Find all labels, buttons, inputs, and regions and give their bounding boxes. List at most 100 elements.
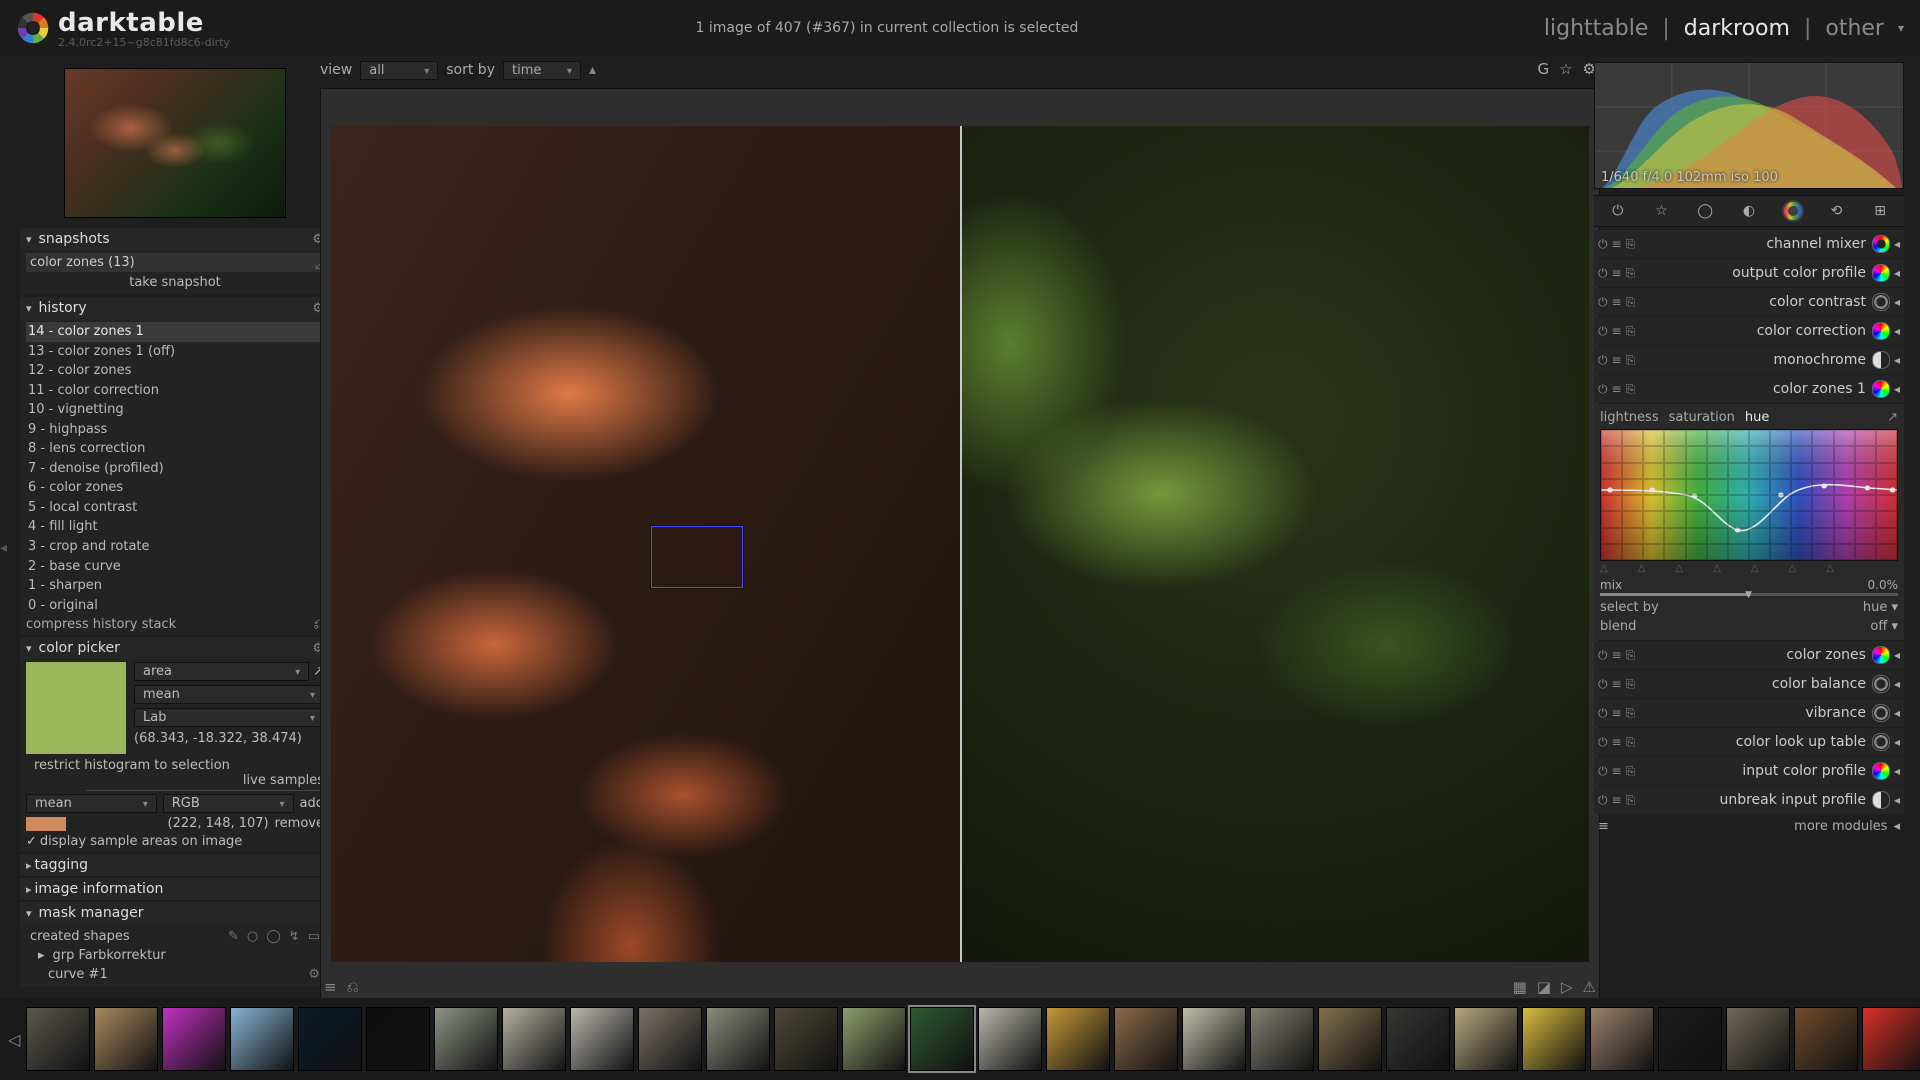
filmstrip-thumb[interactable]: [1182, 1007, 1246, 1071]
remove-sample-button[interactable]: remove: [275, 816, 324, 831]
filmstrip-thumb[interactable]: [570, 1007, 634, 1071]
group-tone-icon[interactable]: ◐: [1738, 200, 1760, 222]
filmstrip-thumb[interactable]: [434, 1007, 498, 1071]
filmstrip-thumb[interactable]: [1794, 1007, 1858, 1071]
history-item[interactable]: 2 - base curve: [26, 557, 324, 577]
gamut-icon[interactable]: ◪: [1537, 978, 1551, 996]
snapshot-split-line[interactable]: [960, 126, 962, 962]
module-color-contrast[interactable]: ⏻≡⎘color contrast◂: [1594, 288, 1904, 316]
filmstrip-thumb[interactable]: [298, 1007, 362, 1071]
filmstrip-thumb[interactable]: [774, 1007, 838, 1071]
view-other-menu-icon[interactable]: ▾: [1898, 21, 1904, 35]
filmstrip-thumb[interactable]: [366, 1007, 430, 1071]
group-correct-icon[interactable]: ⟲: [1825, 200, 1847, 222]
display-samples-check[interactable]: display sample areas on image: [26, 834, 324, 849]
history-item[interactable]: 14 - color zones 1: [26, 322, 324, 342]
module-channel-mixer[interactable]: ⏻≡⎘channel mixer◂: [1594, 230, 1904, 258]
sort-select[interactable]: time: [503, 61, 581, 80]
module-color-balance[interactable]: ⏻≡⎘color balance◂: [1594, 670, 1904, 698]
history-item[interactable]: 5 - local contrast: [26, 498, 324, 518]
module-unbreak-input-profile[interactable]: ⏻≡⎘unbreak input profile◂: [1594, 786, 1904, 814]
ellipse-icon[interactable]: ◯: [266, 929, 281, 944]
ls-space-select[interactable]: RGB: [163, 794, 294, 813]
filmstrip-thumb[interactable]: [706, 1007, 770, 1071]
history-item[interactable]: 1 - sharpen: [26, 576, 324, 596]
tagging-header[interactable]: tagging: [20, 854, 330, 876]
gradient-icon[interactable]: ▭: [308, 929, 320, 944]
history-item[interactable]: 7 - denoise (profiled): [26, 459, 324, 479]
history-item[interactable]: 0 - original: [26, 596, 324, 616]
history-item[interactable]: 11 - color correction: [26, 381, 324, 401]
gear-icon[interactable]: ⚙: [308, 967, 320, 982]
module-vibrance[interactable]: ⏻≡⎘vibrance◂: [1594, 699, 1904, 727]
history-item[interactable]: 4 - fill light: [26, 517, 324, 537]
imageinfo-header[interactable]: image information: [20, 878, 330, 900]
module-color-zones-1[interactable]: ⏻≡⎘color zones 1◂: [1594, 375, 1904, 403]
module-monochrome[interactable]: ⏻≡⎘monochrome◂: [1594, 346, 1904, 374]
filmstrip-thumb[interactable]: [910, 1007, 974, 1071]
sort-direction-icon[interactable]: ▴: [589, 62, 596, 78]
color-picker-region[interactable]: [651, 526, 743, 588]
filmstrip-thumb[interactable]: [1318, 1007, 1382, 1071]
filmstrip-thumb[interactable]: [230, 1007, 294, 1071]
filmstrip-thumb[interactable]: [978, 1007, 1042, 1071]
overexposed-icon[interactable]: ▦: [1513, 978, 1527, 996]
filmstrip-thumb[interactable]: [26, 1007, 90, 1071]
group-effect-icon[interactable]: ⊞: [1869, 200, 1891, 222]
group-icon[interactable]: G: [1537, 60, 1549, 78]
restrict-histogram-label[interactable]: restrict histogram to selection: [34, 758, 324, 773]
star-icon[interactable]: ☆: [1559, 60, 1572, 78]
filmstrip-thumb[interactable]: [1114, 1007, 1178, 1071]
filmstrip-thumb[interactable]: [1046, 1007, 1110, 1071]
snapshot-entry[interactable]: color zones (13): [26, 253, 324, 272]
history-item[interactable]: 8 - lens correction: [26, 439, 324, 459]
mask-curve-row[interactable]: curve #1⚙: [26, 965, 324, 984]
ls-stat-select[interactable]: mean: [26, 794, 157, 813]
snapshots-header[interactable]: snapshots⚙: [20, 228, 330, 250]
module-color-look-up-table[interactable]: ⏻≡⎘color look up table◂: [1594, 728, 1904, 756]
picker-mode-select[interactable]: area: [134, 662, 309, 681]
history-item[interactable]: 10 - vignetting: [26, 400, 324, 420]
group-color-icon[interactable]: [1782, 200, 1804, 222]
view-darkroom[interactable]: darkroom: [1684, 16, 1790, 41]
filmstrip-prev-icon[interactable]: ◁: [6, 1030, 22, 1049]
history-header[interactable]: history⚙: [20, 297, 330, 319]
mask-group-row[interactable]: ▸ grp Farbkorrektur: [26, 946, 324, 965]
module-color-zones[interactable]: ⏻≡⎘color zones◂: [1594, 641, 1904, 669]
tab-saturation[interactable]: saturation: [1669, 410, 1735, 425]
darkroom-canvas[interactable]: [320, 88, 1600, 1000]
group-power-icon[interactable]: ⏻: [1607, 200, 1629, 222]
tab-lightness[interactable]: lightness: [1600, 410, 1659, 425]
history-item[interactable]: 6 - color zones: [26, 478, 324, 498]
picker-space-select[interactable]: Lab: [134, 708, 324, 727]
module-color-correction[interactable]: ⏻≡⎘color correction◂: [1594, 317, 1904, 345]
compress-history-button[interactable]: compress history stack: [26, 617, 176, 632]
navigation-preview[interactable]: [64, 68, 286, 218]
history-item[interactable]: 12 - color zones: [26, 361, 324, 381]
color-zones-graph[interactable]: [1600, 429, 1898, 561]
filmstrip-thumb[interactable]: [1590, 1007, 1654, 1071]
filmstrip-thumb[interactable]: [842, 1007, 906, 1071]
filmstrip-thumb[interactable]: [502, 1007, 566, 1071]
filmstrip-thumb[interactable]: [638, 1007, 702, 1071]
circle-icon[interactable]: ○: [247, 929, 258, 944]
take-snapshot-button[interactable]: take snapshot: [26, 273, 324, 292]
quick-access-icon[interactable]: ≡: [324, 978, 337, 996]
history-item[interactable]: 9 - highpass: [26, 420, 324, 440]
filmstrip-thumb[interactable]: [1726, 1007, 1790, 1071]
mix-slider[interactable]: ▼: [1600, 593, 1898, 596]
filmstrip-thumb[interactable]: [1862, 1007, 1920, 1071]
filmstrip-thumb[interactable]: [1522, 1007, 1586, 1071]
brush-icon[interactable]: ✎: [228, 929, 239, 944]
path-icon[interactable]: ↯: [289, 929, 300, 944]
history-item[interactable]: 3 - crop and rotate: [26, 537, 324, 557]
module-input-color-profile[interactable]: ⏻≡⎘input color profile◂: [1594, 757, 1904, 785]
view-lighttable[interactable]: lighttable: [1544, 16, 1648, 41]
history-item[interactable]: 13 - color zones 1 (off): [26, 342, 324, 362]
filmstrip-thumb[interactable]: [1386, 1007, 1450, 1071]
group-basic-icon[interactable]: ◯: [1694, 200, 1716, 222]
view-filter-select[interactable]: all: [360, 61, 438, 80]
view-other[interactable]: other: [1825, 16, 1884, 41]
filmstrip-thumb[interactable]: [1454, 1007, 1518, 1071]
filmstrip-thumb[interactable]: [162, 1007, 226, 1071]
